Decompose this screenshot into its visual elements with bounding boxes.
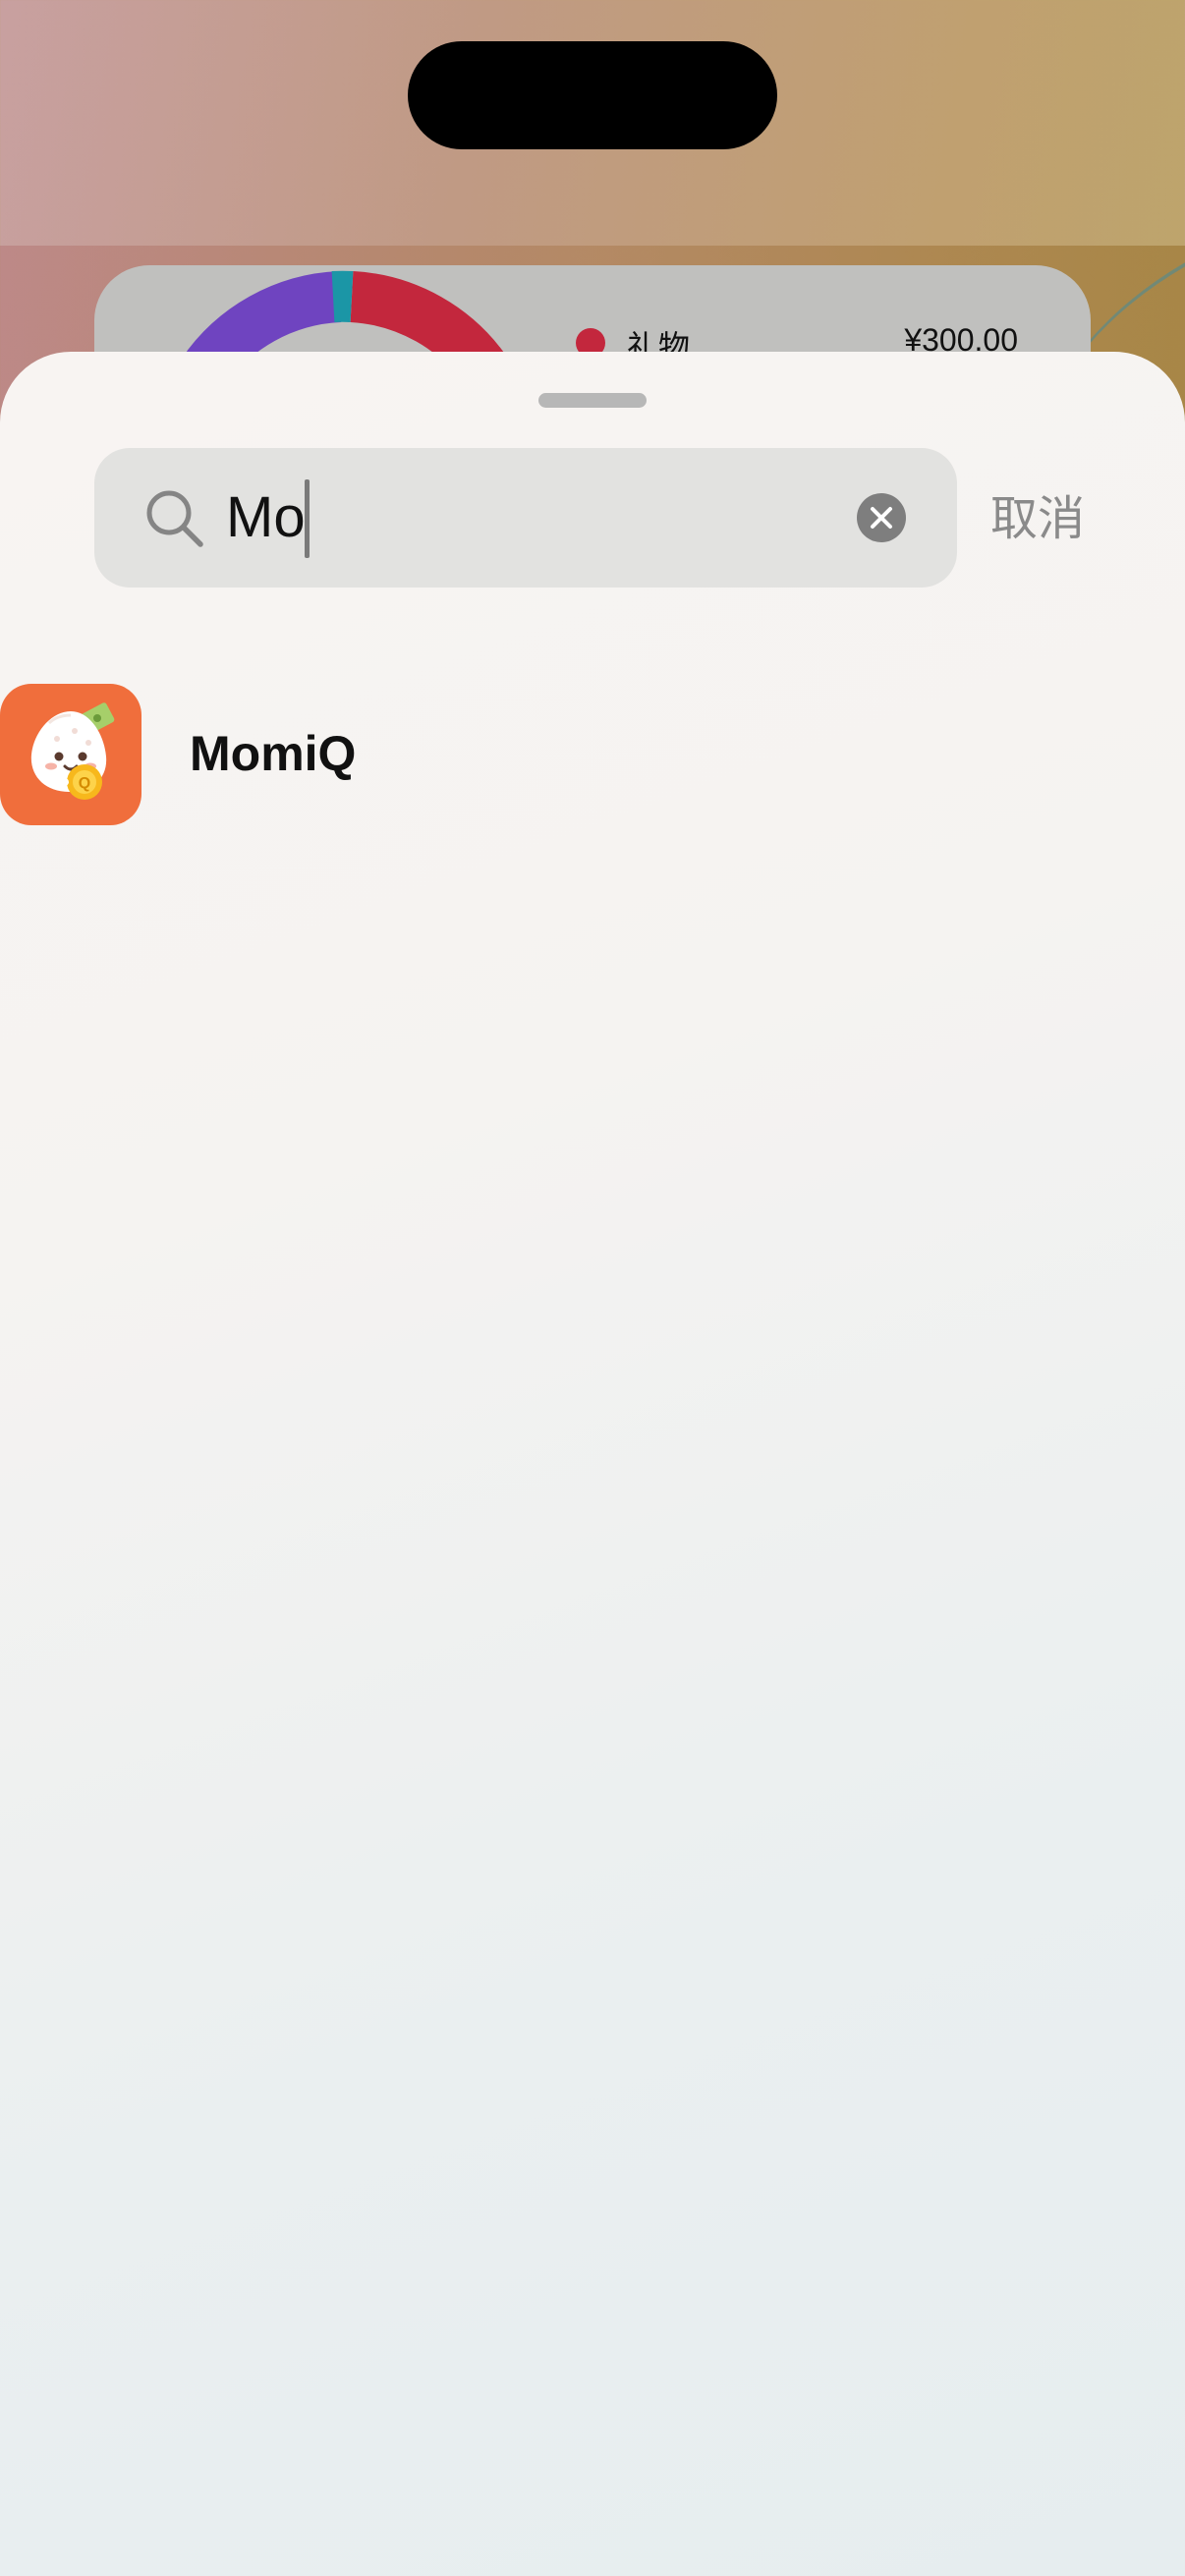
search-input[interactable]	[226, 477, 914, 558]
app-name: MomiQ	[190, 726, 357, 781]
text-caret	[305, 479, 310, 558]
search-icon	[146, 490, 203, 547]
rice-ball-mascot-icon: Q	[30, 702, 115, 800]
cancel-button[interactable]: 取消	[990, 479, 1085, 548]
search-sheet: 取消	[0, 352, 1185, 2576]
close-icon	[871, 507, 892, 529]
dynamic-island	[408, 41, 777, 149]
momiq-app-icon[interactable]: Q	[0, 684, 141, 825]
sheet-grabber[interactable]	[538, 393, 647, 408]
search-bar[interactable]	[94, 448, 957, 588]
clear-search-button[interactable]	[857, 493, 906, 542]
svg-text:Q: Q	[79, 775, 90, 792]
search-result-item[interactable]: Q MomiQ	[0, 684, 1185, 827]
